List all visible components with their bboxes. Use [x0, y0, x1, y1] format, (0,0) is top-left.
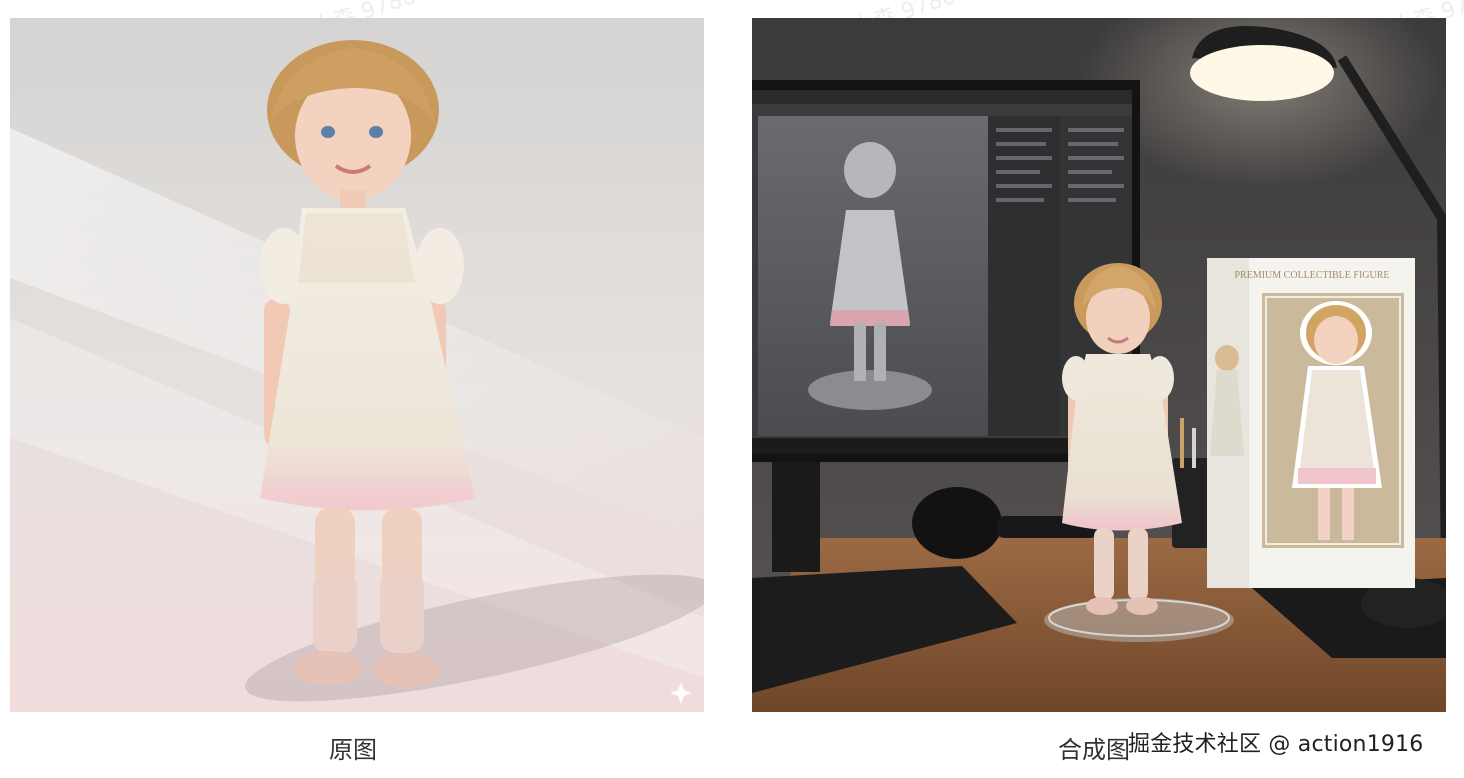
- composite-image: PREMIUM COLLECTIBLE FIGURE: [752, 18, 1446, 712]
- composite-photo-illustration: PREMIUM COLLECTIBLE FIGURE: [752, 18, 1446, 712]
- original-image: [10, 18, 704, 712]
- caption-composite: 合成图: [1058, 736, 1130, 764]
- original-photo-illustration: [10, 18, 704, 712]
- site-watermark: 掘金技术社区 @ action1916: [1128, 732, 1424, 757]
- box-title: PREMIUM COLLECTIBLE FIGURE: [1235, 270, 1390, 281]
- caption-original: 原图: [329, 736, 377, 764]
